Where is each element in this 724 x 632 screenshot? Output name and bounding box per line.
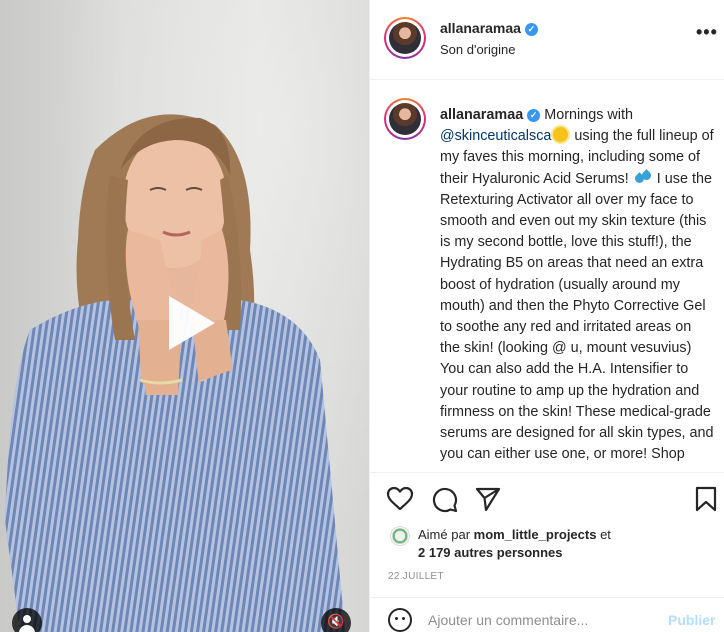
emoji-picker-icon[interactable] <box>388 608 412 632</box>
like-button[interactable] <box>386 485 414 513</box>
likes-summary: Aimé par mom_little_projects et 2 179 au… <box>388 523 718 563</box>
publish-button[interactable]: Publier <box>668 612 715 628</box>
username-link[interactable]: allanaramaa <box>440 20 521 36</box>
speaker-muted-icon: 🔇 <box>327 613 345 629</box>
save-button[interactable] <box>692 485 720 513</box>
comment-icon <box>432 487 458 513</box>
caption-avatar[interactable] <box>384 98 426 140</box>
post-side-panel: allanaramaa ✓ Son d'origine ••• allanaram… <box>369 0 724 632</box>
more-options-button[interactable]: ••• <box>696 22 718 43</box>
likes-line-1: Aimé par mom_little_projects et <box>418 526 611 544</box>
header-user: allanaramaa ✓ <box>440 20 538 38</box>
caption-text-3: I use the Retexturing Activator all over… <box>440 170 714 463</box>
post-video[interactable]: 🔇 <box>0 0 369 632</box>
comment-button[interactable] <box>430 485 458 513</box>
mention-link[interactable]: @skinceuticalsca <box>440 128 551 144</box>
caption-username-link[interactable]: allanaramaa <box>440 107 523 123</box>
caption-text: allanaramaa ✓ Mornings with @skinceutical… <box>440 105 715 465</box>
liker-username-link[interactable]: mom_little_projects <box>474 527 597 542</box>
bookmark-icon <box>695 486 717 512</box>
verified-badge-icon: ✓ <box>524 23 538 36</box>
post-date[interactable]: 22 JUILLET <box>388 571 444 582</box>
droplets-emoji-icon <box>635 171 651 185</box>
sun-emoji-icon <box>553 127 569 143</box>
mute-button[interactable]: 🔇 <box>321 608 351 632</box>
heart-icon <box>386 486 414 511</box>
paper-plane-icon <box>475 487 501 512</box>
likes-prefix: Aimé par <box>418 527 474 542</box>
comment-bar: Publier <box>370 597 724 632</box>
likes-suffix: et <box>596 527 611 542</box>
comment-input[interactable] <box>428 608 658 632</box>
caption-text-1: Mornings with <box>540 107 633 123</box>
share-button[interactable] <box>474 485 502 513</box>
post-header: allanaramaa ✓ Son d'origine ••• <box>370 0 724 80</box>
user-tag-button[interactable] <box>12 608 42 632</box>
avatar[interactable] <box>384 17 426 59</box>
post-actions: Aimé par mom_little_projects et 2 179 au… <box>370 472 724 632</box>
play-icon <box>169 296 215 350</box>
liker-avatar[interactable] <box>390 526 410 546</box>
caption-scroll-area[interactable]: allanaramaa ✓ Mornings with @skinceutical… <box>370 81 724 472</box>
audio-label[interactable]: Son d'origine <box>440 42 515 57</box>
verified-badge-icon: ✓ <box>527 109 541 122</box>
play-button[interactable] <box>153 288 223 358</box>
likes-count-link[interactable]: 2 179 autres personnes <box>418 544 563 562</box>
